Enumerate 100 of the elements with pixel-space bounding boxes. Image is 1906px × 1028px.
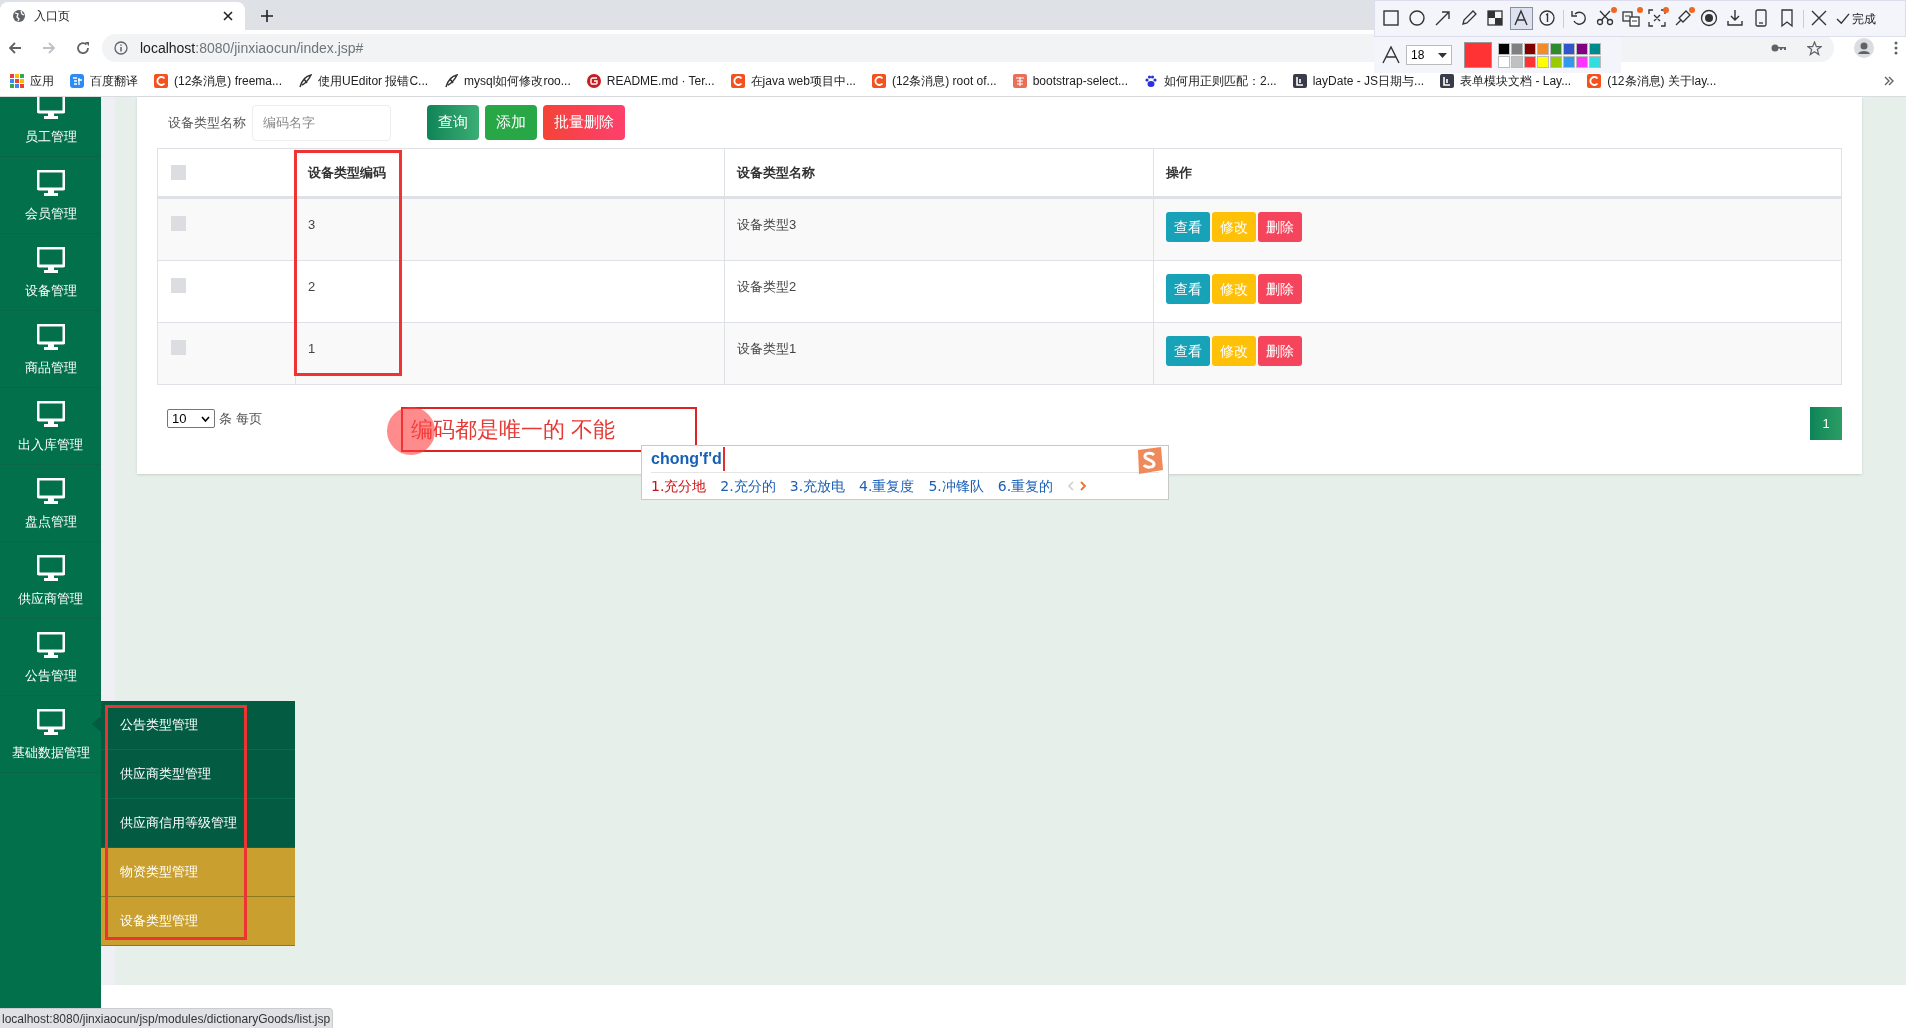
page-button[interactable]: 1	[1810, 407, 1842, 440]
profile-icon[interactable]	[1854, 38, 1874, 58]
monitor-icon	[36, 709, 65, 735]
color-swatch[interactable]	[1498, 42, 1510, 55]
color-swatch[interactable]	[1550, 55, 1562, 68]
ime-candidate[interactable]: 2.充分的	[720, 475, 776, 497]
color-swatch[interactable]	[1563, 42, 1575, 55]
color-swatch[interactable]	[1589, 42, 1601, 55]
row-checkbox[interactable]	[171, 216, 186, 231]
bookmark[interactable]: 在java web项目中...	[730, 72, 856, 90]
sidebar-item[interactable]: 出入库管理	[18, 435, 83, 455]
bookmark[interactable]: README.md · Ter...	[586, 72, 715, 90]
ime-candidate[interactable]: 3.充放电	[789, 475, 846, 497]
new-tab-icon[interactable]	[261, 10, 273, 22]
row-checkbox[interactable]	[171, 340, 186, 355]
color-swatch[interactable]	[1498, 55, 1510, 68]
ime-candidate[interactable]: 5.冲锋队	[928, 475, 984, 497]
menu-icon[interactable]	[1894, 41, 1898, 55]
font-size-icon	[1382, 46, 1400, 64]
sidebar-item[interactable]: 基础数据管理	[11, 743, 90, 763]
delete-button[interactable]: 删除	[1258, 336, 1302, 366]
sidebar-item[interactable]: 供应商管理	[18, 589, 83, 609]
sidebar-item[interactable]: 商品管理	[24, 358, 77, 378]
page-size-label: 条 每页	[219, 409, 262, 428]
browser-tab[interactable]: 入口页	[0, 2, 245, 30]
bookmark[interactable]: (12条消息) freema...	[154, 72, 283, 90]
circle-icon[interactable]	[1407, 8, 1428, 29]
color-swatch[interactable]	[1524, 42, 1536, 55]
color-swatch[interactable]	[1537, 55, 1549, 68]
color-swatch[interactable]	[1524, 55, 1536, 68]
star-icon[interactable]	[1807, 40, 1822, 56]
cursor-marker	[387, 407, 435, 455]
sidebar-item[interactable]: 会员管理	[24, 204, 77, 224]
color-swatch[interactable]	[1537, 42, 1549, 55]
sidebar-item[interactable]: 员工管理	[24, 127, 77, 147]
apps-icon	[10, 74, 24, 88]
layui-logo-icon	[1292, 74, 1307, 88]
color-swatch[interactable]	[1563, 55, 1575, 68]
translate-icon[interactable]	[1621, 8, 1642, 29]
search-field[interactable]: 编码名字	[252, 104, 391, 141]
page-size-select[interactable]: 10	[167, 409, 215, 428]
caret-icon	[1438, 52, 1447, 58]
bookmark[interactable]: (12条消息) root of...	[871, 72, 997, 90]
paw-icon	[1144, 74, 1158, 88]
font-size-select[interactable]: 18	[1406, 45, 1452, 65]
color-swatch[interactable]	[1511, 55, 1523, 68]
row-checkbox[interactable]	[171, 278, 186, 293]
rectangle-icon[interactable]	[1381, 8, 1402, 29]
status-url: localhost:8080/jinxiaocun/jsp/modules/dictionaryGoods/list.jsp	[0, 1008, 334, 1028]
sidebar-item[interactable]: 盘点管理	[24, 512, 77, 532]
color-swatch[interactable]	[1511, 42, 1523, 55]
ime-candidate[interactable]: 1.充分地	[651, 475, 707, 497]
select-all-checkbox[interactable]	[171, 165, 186, 180]
gitee-logo-icon	[586, 74, 601, 88]
bookmark[interactable]: (12条消息) 关于lay...	[1587, 72, 1717, 90]
info-icon[interactable]	[114, 41, 128, 55]
more-bookmarks-icon[interactable]	[1884, 76, 1894, 86]
text-tool-icon[interactable]	[1511, 8, 1532, 29]
bookmark[interactable]: 表单模块文档 - Lay...	[1440, 72, 1572, 90]
numbered-circle-icon[interactable]	[1537, 8, 1558, 29]
c-logo-icon	[154, 74, 168, 88]
download-icon[interactable]	[1725, 8, 1746, 29]
ime-candidate[interactable]: 6.重复的	[997, 475, 1054, 497]
mosaic-icon[interactable]	[1485, 8, 1506, 29]
tab-title: 入口页	[34, 8, 71, 25]
color-swatch[interactable]	[1589, 55, 1601, 68]
bookmark[interactable]: mysql如何修改roo...	[444, 72, 571, 90]
delete-button[interactable]: 批量删除	[543, 105, 625, 140]
current-color-swatch[interactable]	[1464, 42, 1492, 68]
table-cell: 3	[308, 217, 316, 232]
color-swatch[interactable]	[1576, 55, 1588, 68]
reload-icon[interactable]	[76, 41, 90, 55]
ime-candidate[interactable]: 4.重复度	[859, 475, 915, 497]
done-button[interactable]: 完成	[1836, 9, 1876, 28]
column-header: 操作	[1166, 163, 1192, 182]
globe-icon	[12, 9, 26, 23]
feather-icon	[444, 74, 459, 88]
bookmark[interactable]: 应用	[10, 72, 54, 90]
bookmark[interactable]: 如何用正则匹配：2...	[1144, 72, 1277, 90]
delete-button[interactable]: 删除	[1258, 212, 1302, 242]
bookmark[interactable]: layDate - JS日期与...	[1292, 72, 1425, 90]
column-header: 设备类型编码	[308, 163, 386, 182]
bookmark[interactable]: bootstrap-select...	[1012, 72, 1128, 90]
scan-text-icon[interactable]	[1647, 8, 1668, 29]
key-icon[interactable]	[1771, 43, 1787, 53]
query-button[interactable]: 查询	[427, 105, 479, 140]
color-swatch[interactable]	[1550, 42, 1562, 55]
sidebar-item[interactable]: 公告管理	[24, 666, 77, 686]
next-page-icon[interactable]	[1080, 481, 1088, 491]
back-icon[interactable]	[8, 41, 22, 55]
record-icon[interactable]	[1699, 8, 1720, 29]
c-logo-icon	[871, 74, 886, 88]
sidebar-item[interactable]: 设备管理	[24, 281, 77, 301]
monitor-icon	[36, 478, 65, 504]
table-cell: 设备类型2	[737, 279, 797, 294]
bookmark[interactable]: 百度翻译	[70, 72, 138, 90]
close-icon[interactable]	[223, 11, 233, 21]
bookmark[interactable]: 使用UEditor 报错C...	[298, 72, 429, 90]
delete-button[interactable]: 删除	[1258, 274, 1302, 304]
color-swatch[interactable]	[1576, 42, 1588, 55]
